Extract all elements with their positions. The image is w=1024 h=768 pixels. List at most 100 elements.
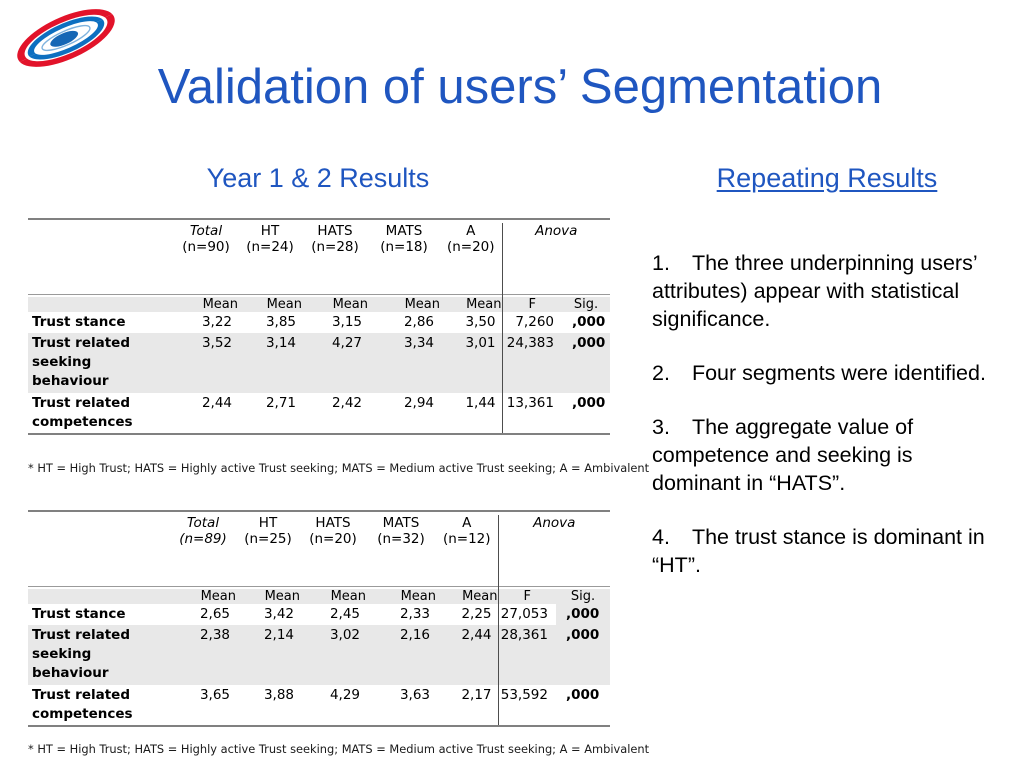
cell-sig: ,000 (566, 686, 600, 703)
table-header-spacer (28, 255, 610, 295)
cell-mean-mats: 3,63 (399, 686, 430, 703)
col-header-mats-n: (n=18) (380, 239, 428, 256)
subheader-mean-total: Mean (170, 588, 236, 604)
subheader-row-label (28, 296, 174, 312)
table-rule-bottom (28, 432, 610, 438)
table-footnote: * HT = High Trust; HATS = Highly active … (28, 742, 650, 756)
cell-mean-hats: 3,02 (300, 625, 366, 685)
subheader-mean-mats: Mean (366, 588, 436, 604)
cell-sig: ,000 (572, 313, 606, 330)
col-header-hats-n: (n=28) (311, 239, 359, 256)
table-row: Trust related competences 3,65 3,88 4,29… (28, 684, 610, 726)
cell-mean-mats: 2,33 (399, 605, 430, 622)
stat-table: Total (n=90) HT (n=24) HATS (n=28) MATS … (28, 218, 610, 438)
list-item: 1. The three underpinning users’ attribut… (652, 250, 1004, 334)
row-label: Trust stance (32, 313, 126, 330)
row-label: Trust related competences (32, 394, 133, 430)
subheader-mean-hats: Mean (302, 296, 368, 312)
repeating-results-list: 1. The three underpinning users’ attribut… (652, 250, 1004, 605)
table-footnote: * HT = High Trust; HATS = Highly active … (28, 461, 650, 475)
col-header-mats: MATS (n=32) (366, 515, 436, 548)
cell-mean-hats: 3,15 (331, 313, 362, 330)
list-item: 3. The aggregate value of competence and … (652, 414, 1004, 498)
cell-f: 53,592 (497, 684, 556, 726)
col-header-total-name: Total (186, 515, 220, 531)
page-title: Validation of users’ Segmentation (157, 60, 883, 114)
cell-mean-total: 3,52 (174, 333, 238, 393)
col-header-ht-name: HT (260, 223, 280, 239)
table-row: Trust stance 2,65 3,42 2,45 2,33 2,25 27… (28, 603, 610, 626)
table-group-header-row: Total (n=90) HT (n=24) HATS (n=28) MATS … (28, 223, 610, 256)
col-header-ht-n: (n=24) (246, 239, 294, 256)
subheader-mean-mats: Mean (368, 296, 440, 312)
list-item-number: 2. (652, 360, 670, 385)
cell-mean-a: 3,01 (440, 333, 502, 393)
list-item-text: The trust stance is dominant in “HT”. (652, 524, 985, 577)
cell-mean-ht: 2,14 (236, 625, 300, 685)
subheader-sig: Sig. (556, 588, 610, 604)
cell-mean-mats: 2,94 (403, 394, 434, 411)
cell-mean-total: 2,44 (201, 394, 232, 411)
list-item-number: 1. (652, 251, 670, 275)
cell-mean-total: 2,65 (199, 605, 230, 622)
cell-mean-ht: 3,88 (263, 686, 294, 703)
subheader-mean-a: Mean (440, 296, 502, 312)
col-header-total: Total (n=89) (170, 515, 236, 548)
subheader-sig: Sig. (562, 296, 610, 312)
col-header-a-n: (n=12) (442, 531, 491, 548)
col-header-ht: HT (n=24) (238, 223, 302, 256)
table-rule-bottom (28, 724, 610, 730)
col-header-total-n: (n=90) (182, 239, 230, 256)
cell-mean-hats: 4,29 (329, 686, 360, 703)
cell-sig: ,000 (556, 603, 610, 626)
table-header-spacer (28, 547, 610, 587)
cell-f: 24,383 (501, 333, 562, 393)
list-item: 2. Four segments were identified. (652, 360, 1004, 388)
col-header-mats: MATS (n=18) (368, 223, 440, 256)
cell-mean-total: 3,22 (201, 313, 232, 330)
cell-mean-a: 1,44 (465, 394, 496, 411)
cell-sig: ,000 (562, 333, 610, 393)
cell-mean-mats: 3,34 (368, 333, 440, 393)
list-item: 4. The trust stance is dominant in “HT”. (652, 524, 1004, 580)
results-table-repeating: Total (n=89) HT (n=25) HATS (n=20) MATS … (28, 510, 610, 730)
table-group-header-row: Total (n=89) HT (n=25) HATS (n=20) MATS … (28, 515, 610, 548)
list-item-text: The three underpinning users’ attributes… (652, 251, 977, 331)
col-header-mats-name: MATS (382, 515, 420, 531)
list-item-text: The aggregate value of competence and se… (652, 414, 914, 495)
cell-mean-ht: 2,71 (265, 394, 296, 411)
cell-mean-a: 2,44 (436, 625, 498, 685)
row-label-header (28, 515, 170, 548)
col-header-a-name: A (466, 223, 476, 239)
subheader-mean-total: Mean (174, 296, 238, 312)
row-label: Trust related seeking behaviour (28, 625, 170, 685)
cell-f: 7,260 (501, 311, 562, 334)
list-item-number: 3. (652, 414, 670, 439)
cell-mean-hats: 2,42 (331, 394, 362, 411)
col-header-total-name: Total (189, 223, 223, 239)
col-header-total: Total (n=90) (174, 223, 238, 256)
cell-mean-mats: 2,16 (366, 625, 436, 685)
col-header-anova: Anova (501, 223, 610, 256)
col-header-ht-n: (n=25) (244, 531, 292, 548)
cell-mean-ht: 3,85 (265, 313, 296, 330)
col-header-mats-name: MATS (385, 223, 423, 239)
cell-mean-total: 2,38 (170, 625, 236, 685)
row-label: Trust related seeking behaviour (28, 333, 174, 393)
col-header-a-n: (n=20) (446, 239, 495, 256)
col-header-hats-n: (n=20) (309, 531, 357, 548)
col-header-ht: HT (n=25) (236, 515, 300, 548)
cell-sig: ,000 (572, 394, 606, 411)
cell-mean-mats: 2,86 (403, 313, 434, 330)
cell-mean-ht: 3,14 (238, 333, 302, 393)
subheader-mean-ht: Mean (236, 588, 300, 604)
table-row: Trust related competences 2,44 2,71 2,42… (28, 392, 610, 434)
cell-mean-total: 3,65 (199, 686, 230, 703)
table-row: Trust stance 3,22 3,85 3,15 2,86 3,50 7,… (28, 311, 610, 334)
row-label-header (28, 223, 174, 256)
cell-f: 28,361 (497, 625, 556, 685)
col-header-hats-name: HATS (315, 515, 351, 531)
col-header-total-n: (n=89) (179, 531, 227, 548)
subheader-f: F (501, 296, 562, 312)
cell-mean-a: 2,17 (461, 686, 492, 703)
